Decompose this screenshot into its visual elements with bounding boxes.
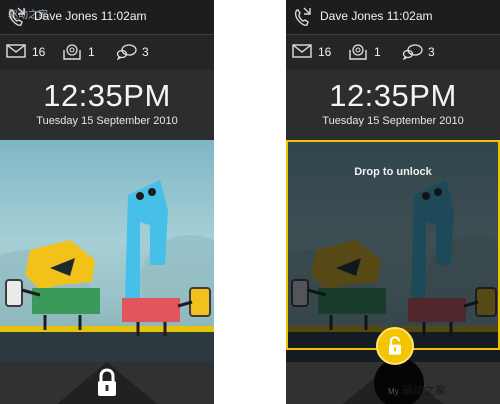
clock-area: 12:35PM Tuesday 15 September 2010 xyxy=(0,70,214,140)
watermark-text: 驱动之家 xyxy=(8,10,48,21)
chat-bubble-icon xyxy=(402,44,423,60)
clock-time: 12:35PM xyxy=(329,78,457,113)
clock-area: 12:35PM Tuesday 15 September 2010 xyxy=(286,70,500,140)
mail-at-icon xyxy=(63,44,81,60)
envelope-icon xyxy=(292,44,312,58)
sms-count: 16 xyxy=(32,45,46,59)
lockscreen-locked: Dave Jones 11:02am 驱动之家 16 1 3 12:35PM T… xyxy=(0,0,214,404)
clock-time: 12:35PM xyxy=(43,78,171,113)
lock-icon[interactable] xyxy=(95,368,119,398)
missed-call-text: Dave Jones 11:02am xyxy=(320,9,433,23)
notification-counters: 16 1 3 xyxy=(0,34,214,71)
clock-date: Tuesday 15 September 2010 xyxy=(322,115,464,127)
unlock-area xyxy=(0,362,214,404)
sms-count: 16 xyxy=(318,45,332,59)
missed-call-text: Dave Jones 11:02am xyxy=(34,9,147,23)
mail-count: 1 xyxy=(88,45,95,59)
drop-to-unlock-label: Drop to unlock xyxy=(354,166,432,178)
lock-icon xyxy=(389,336,401,355)
clock-date: Tuesday 15 September 2010 xyxy=(36,115,178,127)
monster-artwork xyxy=(0,180,214,362)
monster-illustration xyxy=(0,140,214,362)
chat-count: 3 xyxy=(142,45,149,59)
mail-at-icon xyxy=(349,44,367,60)
dragging-lock-handle[interactable] xyxy=(376,327,414,365)
chat-count: 3 xyxy=(428,45,435,59)
chat-bubble-icon xyxy=(116,44,137,60)
lockscreen-dragging: Dave Jones 11:02am 16 1 3 12:35PM Tuesda… xyxy=(286,0,500,404)
missed-call-bar[interactable]: Dave Jones 11:02am xyxy=(286,0,500,34)
mail-count: 1 xyxy=(374,45,381,59)
phone-call-icon xyxy=(294,7,311,26)
missed-call-bar[interactable]: Dave Jones 11:02am 驱动之家 xyxy=(0,0,214,34)
notification-counters: 16 1 3 xyxy=(286,34,500,71)
watermark-bottom: My 驱动之家 xyxy=(388,385,446,397)
envelope-icon xyxy=(6,44,26,58)
